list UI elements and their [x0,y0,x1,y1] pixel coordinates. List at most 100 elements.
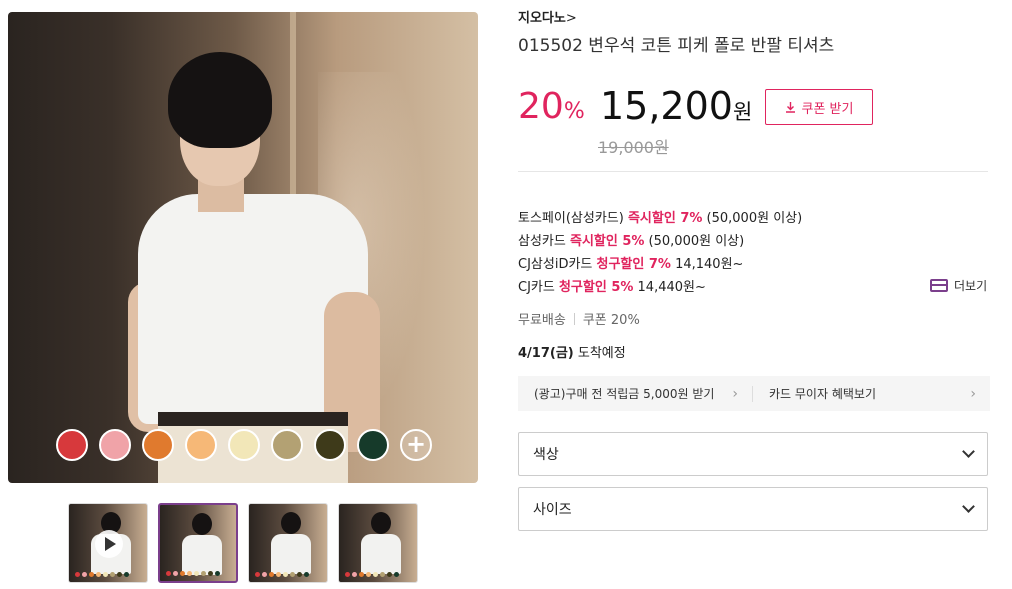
promo-bar: (광고)구매 전 적립금 5,000원 받기 › 카드 무이자 혜택보기 › [518,376,990,411]
benefit-highlight: 청구할인 7% [596,257,671,272]
thumbnail-swatch-dot [380,572,385,577]
thumbnail-swatch-dot [352,572,357,577]
chevron-down-icon [962,445,975,458]
separator [573,312,575,325]
arrival-label: 도착예정 [573,346,626,361]
size-select[interactable]: 사이즈 [518,487,988,531]
thumbnail-swatch-dot [373,572,378,577]
chevron-right-icon: › [970,385,976,402]
thumbnail-swatch-dot [194,571,199,576]
thumbnail-swatch-dot [283,572,288,577]
more-label: 더보기 [954,279,988,293]
coupon-download-button[interactable]: 쿠폰 받기 [765,89,873,125]
chevron-down-icon [962,500,975,513]
color-swatch-pink[interactable] [99,429,131,461]
promo-points-label: (광고)구매 전 적립금 5,000원 받기 [534,387,715,401]
arrival-date: 4/17(금) [518,346,574,361]
product-main-image[interactable]: + [8,12,478,483]
thumbnail-swatch-dot [297,572,302,577]
thumbnail-swatches [345,572,399,577]
free-shipping-label: 무료배송 [518,313,566,328]
sale-price: 15,200원 [600,84,752,128]
benefit-suffix: 14,140원~ [670,257,744,272]
color-select[interactable]: 색상 [518,432,988,476]
thumbnail-swatch-dot [82,572,87,577]
thumbnail-swatch-dot [96,572,101,577]
thumbnail-1[interactable] [68,503,148,583]
thumbnail-swatch-dot [89,572,94,577]
thumbnail-swatch-dot [110,572,115,577]
thumbnail-swatch-dot [262,572,267,577]
benefit-highlight: 즉시할인 7% [627,211,703,226]
thumbnail-swatch-dot [345,572,350,577]
benefits-more-button[interactable]: 더보기 [930,277,987,294]
color-swatch-beige[interactable] [271,429,303,461]
thumbnail-swatch-dot [173,571,178,576]
thumbnail-4[interactable] [338,503,418,583]
model-figure [128,52,418,483]
thumbnail-swatches [166,571,220,576]
thumbnail-swatch-dot [75,572,80,577]
benefit-suffix: (50,000원 이상) [702,211,803,226]
color-swatch-cream[interactable] [228,429,260,461]
thumbnail-swatch-dot [366,572,371,577]
thumbnail-2[interactable] [158,503,238,583]
thumbnail-swatch-dot [117,572,122,577]
benefit-suffix: (50,000원 이상) [644,234,745,249]
color-select-label: 색상 [533,447,559,463]
discount-unit: % [563,99,585,124]
card-benefits: 토스페이(삼성카드) 즉시할인 7% (50,000원 이상) 삼성카드 즉시할인… [518,207,802,299]
thumbnail-shirt [271,534,311,574]
benefit-item: 토스페이(삼성카드) 즉시할인 7% (50,000원 이상) [518,207,802,230]
promo-card-link[interactable]: 카드 무이자 혜택보기 › [753,376,990,411]
thumbnail-swatch-dot [124,572,129,577]
thumbnail-swatch-dot [290,572,295,577]
benefit-prefix: CJ카드 [518,280,559,295]
thumbnail-head [281,512,301,534]
brand-link[interactable]: 지오다노> [518,7,577,26]
shipping-info: 무료배송 쿠폰 20% [518,309,640,328]
thumbnail-swatch-dot [394,572,399,577]
color-swatch-orange[interactable] [142,429,174,461]
coupon-info: 쿠폰 20% [582,313,640,328]
thumbnail-swatch-dot [103,572,108,577]
discount-value: 20 [518,86,564,127]
price-unit: 원 [732,100,753,124]
color-swatch-peach[interactable] [185,429,217,461]
thumbnail-swatch-dot [255,572,260,577]
thumbnail-swatch-dot [166,571,171,576]
coupon-label: 쿠폰 받기 [801,101,854,117]
thumbnail-shirt [361,534,401,574]
thumbnail-strip [68,503,418,583]
thumbnail-swatch-dot [201,571,206,576]
model-hair [168,52,272,148]
brand-name: 지오다노 [518,11,566,26]
color-swatch-dark-green[interactable] [357,429,389,461]
thumbnail-swatch-dot [387,572,392,577]
chevron-right-icon: › [732,385,738,402]
thumbnail-3[interactable] [248,503,328,583]
thumbnail-swatch-dot [187,571,192,576]
thumbnail-swatch-dot [359,572,364,577]
model-belt [158,412,348,426]
product-title: 015502 변우석 코튼 피케 폴로 반팔 티셔츠 [518,36,835,56]
divider [518,171,988,172]
price-value: 15,200 [600,84,733,128]
plus-circle-icon[interactable]: + [400,429,432,461]
promo-card-label: 카드 무이자 혜택보기 [769,387,876,401]
thumbnail-swatch-dot [215,571,220,576]
color-swatch-olive[interactable] [314,429,346,461]
original-price: 19,000원 [598,138,669,157]
benefit-highlight: 청구할인 5% [558,280,634,295]
thumbnail-swatch-dot [208,571,213,576]
benefit-highlight: 즉시할인 5% [569,234,645,249]
color-swatch-red[interactable] [56,429,88,461]
thumbnail-swatches [255,572,309,577]
card-icon [930,279,948,292]
thumbnail-head [192,513,212,535]
thumbnail-swatch-dot [276,572,281,577]
benefit-item: CJ삼성iD카드 청구할인 7% 14,140원~ [518,253,802,276]
benefit-suffix: 14,440원~ [633,280,706,295]
promo-points-link[interactable]: (광고)구매 전 적립금 5,000원 받기 › [518,376,752,411]
thumbnail-swatch-dot [269,572,274,577]
